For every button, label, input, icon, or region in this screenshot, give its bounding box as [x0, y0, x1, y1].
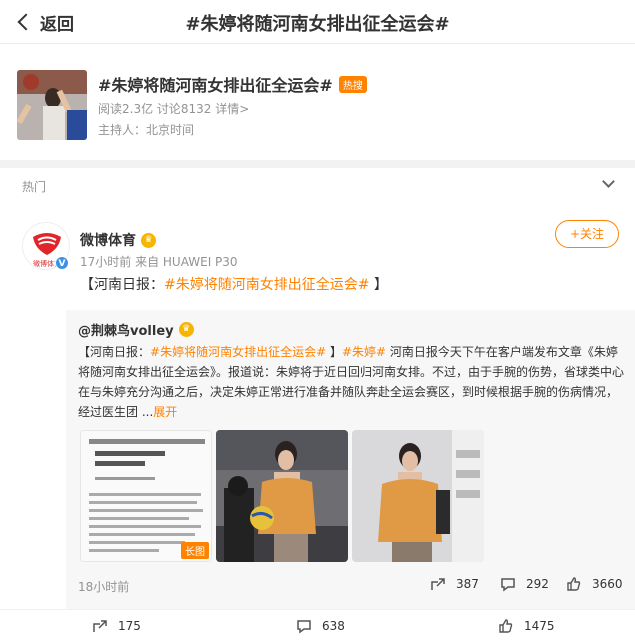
follow-button[interactable]: +关注	[555, 220, 619, 248]
weibo-post: 微博体育 V 微博体育 ♛ 17小时前 来自 HUAWEI P30 +关注 【河…	[0, 204, 635, 641]
author-name-text: 微博体育	[80, 233, 136, 249]
section-header: 热门	[0, 168, 635, 204]
section-label-hot: 热门	[22, 180, 47, 194]
like-count: 1475	[524, 619, 555, 633]
repost-footer: 18小时前 387 292 3660	[78, 574, 626, 598]
repost-author[interactable]: @荆棘鸟volley ♛	[78, 320, 194, 339]
comment-icon	[501, 578, 515, 592]
repost-body: 【河南日报：#朱婷将随河南女排出征全运会# 】#朱婷# 河南日报今天下午在客户端…	[78, 342, 626, 422]
repost-comment-count: 292	[526, 577, 549, 591]
post-meta: 17小时前 来自 HUAWEI P30	[80, 255, 238, 269]
post-topic-link[interactable]: #朱婷将随河南女排出征全运会#	[164, 277, 369, 293]
section-divider	[0, 160, 635, 168]
share-icon	[431, 578, 445, 590]
topic-thumbnail[interactable]	[17, 70, 87, 140]
like-button[interactable]: 1475	[498, 618, 555, 634]
image-thumbnail-article[interactable]: 长图	[80, 430, 212, 562]
image-thumbnail-photo-1[interactable]	[216, 430, 348, 562]
topic-card: #朱婷将随河南女排出征全运会# 热搜 阅读2.3亿 讨论8132 详情> 主持人…	[0, 44, 635, 160]
thumbs-up-icon	[567, 577, 581, 591]
repost-tag-link[interactable]: #朱婷#	[342, 345, 386, 359]
long-image-badge: 长图	[181, 542, 209, 559]
repost-topic-link[interactable]: #朱婷将随河南女排出征全运会#	[150, 345, 326, 359]
topic-stats[interactable]: 阅读2.3亿 讨论8132 详情>	[98, 100, 249, 117]
comment-icon	[297, 620, 311, 634]
crown-badge-icon: ♛	[178, 322, 194, 337]
share-button[interactable]: 175	[92, 618, 141, 634]
chevron-down-icon[interactable]	[602, 175, 615, 188]
post-action-bar: 175 638 1475	[0, 609, 635, 641]
hot-badge: 热搜	[338, 75, 367, 93]
repost-timestamp: 18小时前	[78, 580, 130, 594]
share-icon	[93, 620, 107, 632]
post-text-prefix: 【河南日报：	[80, 277, 164, 293]
image-grid: 长图	[80, 430, 484, 562]
topic-name-text: #朱婷将随河南女排出征全运会#	[98, 76, 333, 95]
comment-count: 638	[322, 619, 345, 633]
repost-body-mid: 】	[326, 345, 342, 359]
expand-link[interactable]: 展开	[153, 405, 177, 419]
top-nav-bar: 返回 #朱婷将随河南女排出征全运会#	[0, 0, 635, 44]
post-text: 【河南日报：#朱婷将随河南女排出征全运会# 】	[80, 274, 388, 294]
thumbs-up-icon	[499, 619, 513, 633]
reposted-content[interactable]: @荆棘鸟volley ♛ 【河南日报：#朱婷将随河南女排出征全运会# 】#朱婷#…	[66, 310, 635, 641]
page-title: #朱婷将随河南女排出征全运会#	[185, 14, 450, 35]
repost-share-button[interactable]: 387	[430, 576, 479, 592]
repost-comment-button[interactable]: 292	[500, 576, 549, 592]
repost-like-count: 3660	[592, 577, 623, 591]
verified-icon: V	[55, 256, 69, 270]
repost-author-name: @荆棘鸟volley	[78, 324, 174, 339]
repost-body-prefix: 【河南日报：	[78, 345, 151, 359]
repost-share-count: 387	[456, 577, 479, 591]
share-count: 175	[118, 619, 141, 633]
topic-host: 主持人：北京时间	[98, 123, 195, 137]
comment-button[interactable]: 638	[296, 618, 345, 634]
post-text-suffix: 】	[369, 277, 388, 293]
author-name[interactable]: 微博体育 ♛	[80, 230, 156, 250]
image-thumbnail-photo-2[interactable]	[352, 430, 484, 562]
repost-like-button[interactable]: 3660	[566, 576, 623, 592]
topic-name[interactable]: #朱婷将随河南女排出征全运会# 热搜	[98, 72, 367, 96]
crown-badge-icon: ♛	[141, 232, 156, 248]
